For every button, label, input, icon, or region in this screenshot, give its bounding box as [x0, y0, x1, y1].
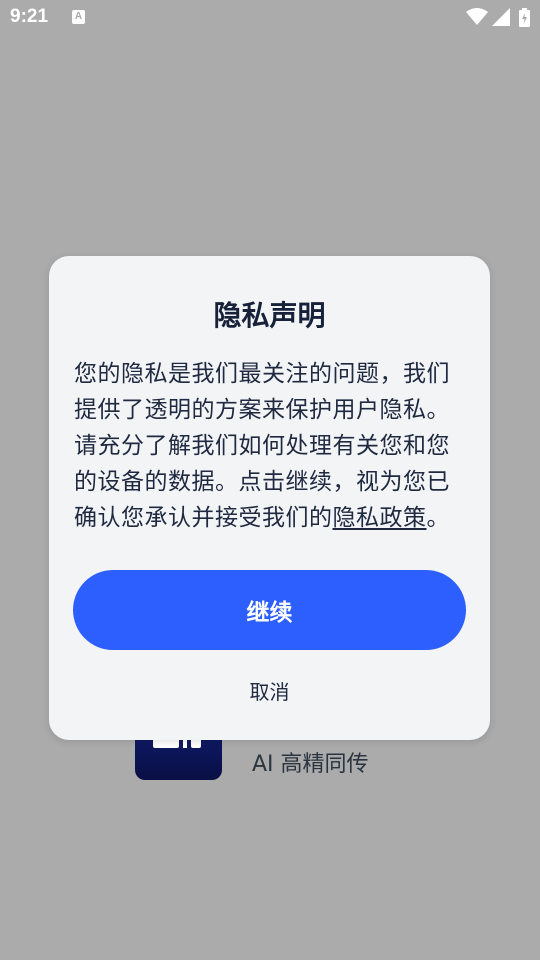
- notification-a-icon: A: [72, 10, 85, 24]
- dialog-title: 隐私声明: [213, 299, 326, 332]
- dialog-body: 您的隐私是我们最关注的问题，我们提供了透明的方案来保护用户隐私。请充分了解我们如…: [74, 356, 466, 536]
- privacy-dialog: 隐私声明 您的隐私是我们最关注的问题，我们提供了透明的方案来保护用户隐私。请充分…: [49, 256, 490, 740]
- status-bar: 9:21 A: [0, 0, 540, 36]
- body-end: 。: [426, 505, 450, 531]
- signal-icon: [492, 8, 510, 26]
- privacy-policy-link[interactable]: 隐私政策: [333, 505, 427, 531]
- app-name: AI 高精同传: [252, 752, 369, 777]
- status-time: 9:21: [10, 6, 49, 27]
- continue-button[interactable]: 继续: [73, 570, 466, 650]
- battery-icon: [519, 8, 530, 27]
- wifi-icon: [466, 8, 488, 25]
- cancel-button[interactable]: 取消: [209, 672, 330, 708]
